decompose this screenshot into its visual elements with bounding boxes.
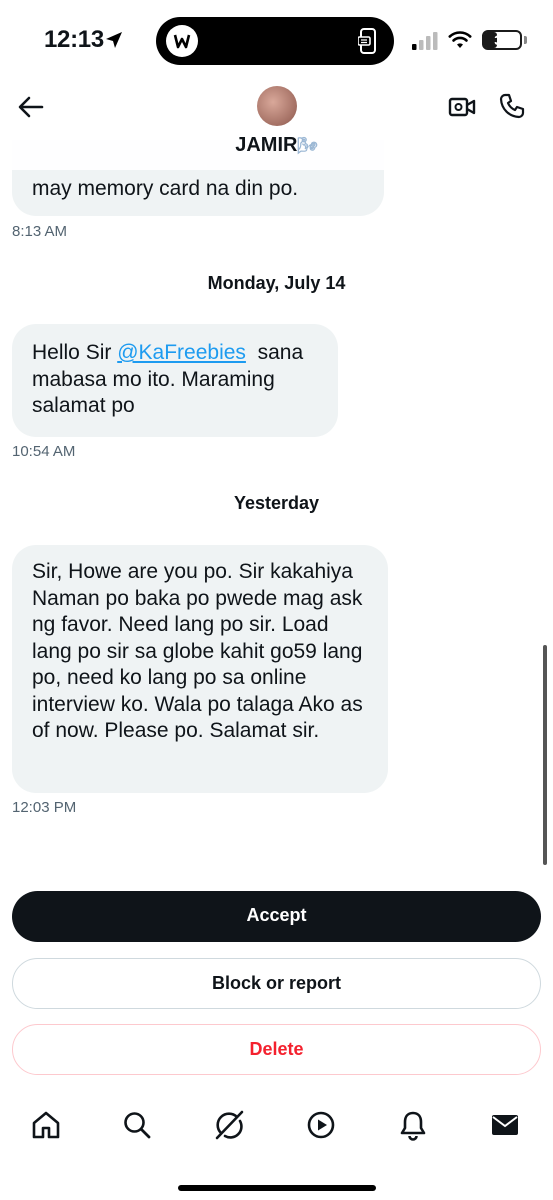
location-arrow-icon [106, 32, 122, 48]
avatar[interactable] [257, 86, 297, 126]
message-timestamp: 10:54 AM [12, 443, 76, 460]
home-icon[interactable] [30, 1109, 62, 1141]
block-or-report-button[interactable]: Block or report [12, 958, 541, 1009]
phone-call-icon[interactable] [498, 92, 526, 120]
messages-icon[interactable] [489, 1109, 521, 1141]
day-separator: Monday, July 14 [207, 273, 346, 293]
grok-icon[interactable] [213, 1109, 245, 1141]
scrollbar[interactable] [543, 645, 547, 865]
status-time: 12:13 [44, 26, 104, 53]
message-timestamp: 8:13 AM [12, 223, 68, 240]
back-arrow-icon[interactable] [16, 92, 46, 122]
wifi-icon [448, 31, 472, 48]
battery-tip [524, 36, 527, 44]
message-bubble[interactable]: Sir, Howe are you po. Sir kakahiya Naman… [12, 545, 388, 793]
video-icon[interactable] [305, 1109, 337, 1141]
accept-button[interactable]: Accept [12, 891, 541, 942]
name-decoration: 🌬 [297, 138, 318, 155]
battery-icon: 35 [482, 30, 522, 50]
mention-link[interactable]: @KaFreebies [117, 341, 246, 364]
message-bubble[interactable]: Hello Sir @KaFreebies sana mabasa mo ito… [12, 324, 338, 437]
dynamic-island [156, 17, 394, 65]
contact-name[interactable]: JAMIR🌬 [0, 134, 553, 157]
app-logo-icon [166, 25, 198, 57]
home-indicator[interactable] [178, 1185, 376, 1191]
contact-name-text: JAMIR [235, 134, 298, 156]
message-timestamp: 12:03 PM [12, 799, 77, 816]
search-icon[interactable] [121, 1109, 153, 1141]
status-bar: 12:13 35 [0, 0, 553, 80]
video-call-icon[interactable] [448, 94, 476, 120]
delete-button[interactable]: Delete [12, 1024, 541, 1075]
message-text: Sir, Howe are you po. Sir kakahiya Naman… [32, 560, 363, 742]
day-separator: Yesterday [233, 493, 320, 513]
message-text: Hello Sir [32, 341, 118, 364]
message-text: may memory card na din po. [32, 177, 299, 200]
cellular-signal-icon [412, 32, 438, 50]
battery-percent: 35 [494, 32, 510, 48]
phone-mirror-icon [358, 28, 376, 54]
notifications-icon[interactable] [397, 1109, 429, 1141]
conversation-header: JAMIR🌬 [0, 80, 553, 170]
